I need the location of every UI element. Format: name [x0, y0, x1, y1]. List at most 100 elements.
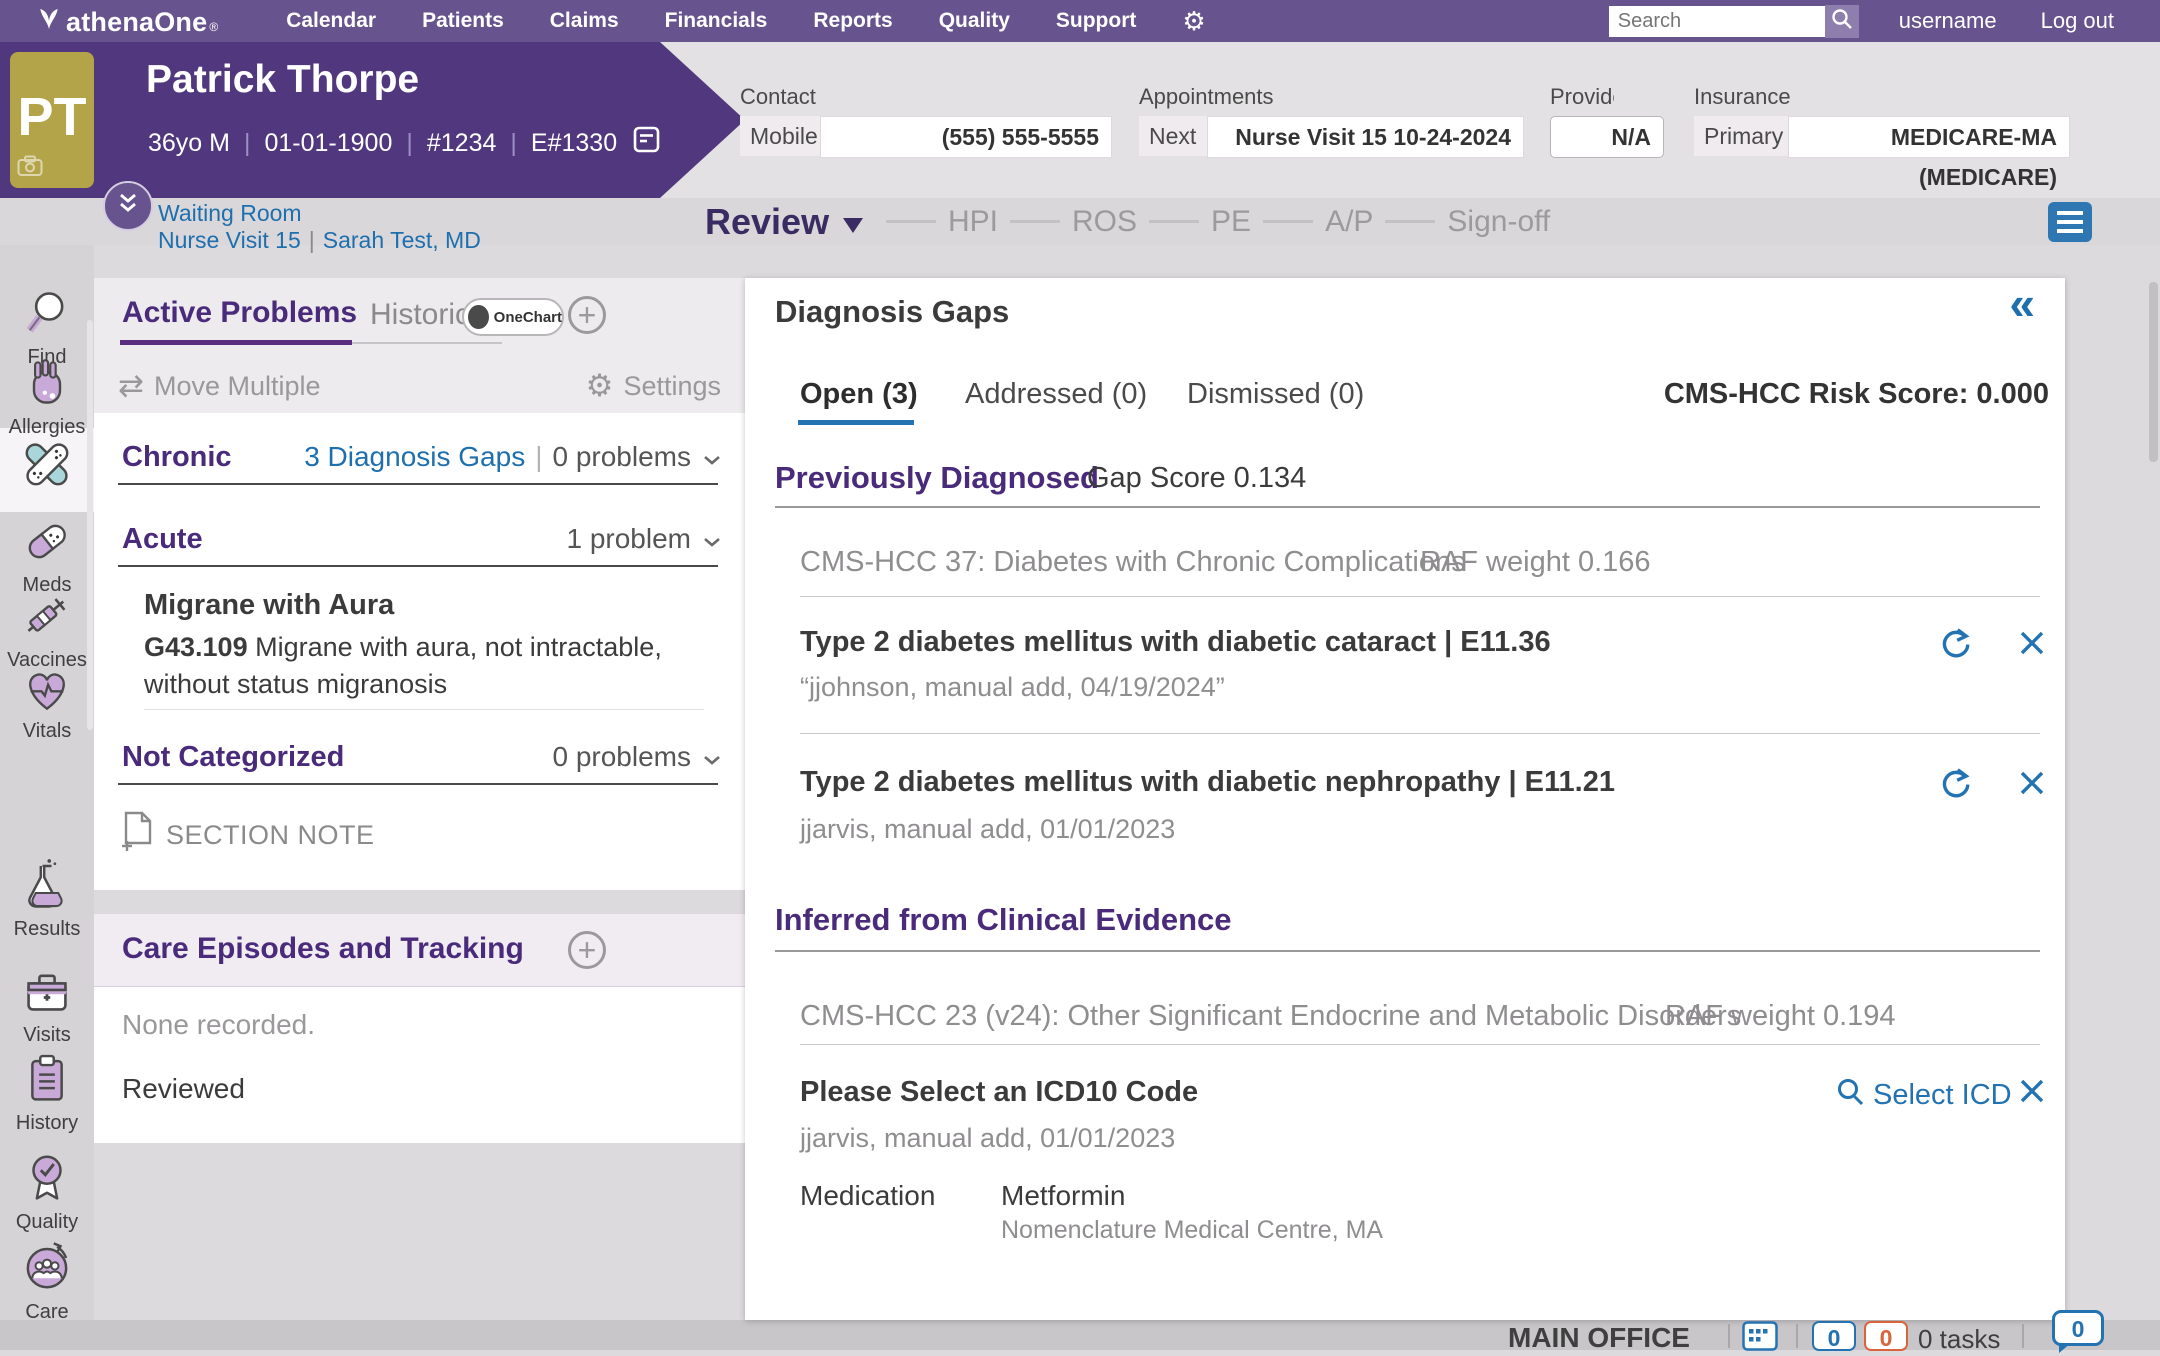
section-note-button[interactable]: SECTION NOTE [120, 811, 375, 860]
mobile-label: Mobile [740, 116, 820, 156]
nav-item-quality[interactable]: Quality [939, 9, 1010, 33]
contact-label: Contact [740, 84, 816, 110]
tab-addressed[interactable]: Addressed (0) [965, 378, 1147, 411]
collapse-banner-button[interactable] [103, 181, 153, 231]
insurance-label: Insurance [1694, 84, 1791, 110]
inferred-title: Inferred from Clinical Evidence [775, 902, 1232, 938]
leaf-icon [38, 5, 60, 36]
urgent-count-badge[interactable]: 0 [1864, 1321, 1908, 1351]
medication-label: Medication [800, 1180, 935, 1212]
patient-record-id: #1234 [427, 129, 497, 158]
top-nav: athenaOne® Calendar Patients Claims Fina… [0, 0, 2160, 42]
nav-item-claims[interactable]: Claims [550, 9, 619, 33]
meds-pill-icon [20, 554, 74, 571]
sidebar-item-allergies[interactable]: Allergies [0, 357, 94, 439]
problem-name[interactable]: Migrane with Aura [144, 589, 394, 622]
main-scrollbar[interactable] [2149, 282, 2158, 462]
sidebar-item-visits[interactable]: Visits [0, 965, 94, 1047]
waiting-room-link[interactable]: Waiting Room [158, 200, 302, 226]
avatar[interactable]: PT [10, 52, 94, 188]
sidebar-item-history[interactable]: History [0, 1051, 94, 1135]
chart-sidebar: Find Allergies Meds Vaccines Vitals [0, 245, 94, 1350]
not-categorized-problem-count[interactable]: 0 problems [552, 741, 691, 773]
patient-name[interactable]: Patrick Thorpe [146, 58, 419, 102]
step-ros[interactable]: ROS [1072, 205, 1137, 239]
sidebar-item-problems[interactable] [0, 435, 94, 498]
nav-item-reports[interactable]: Reports [813, 9, 892, 33]
history-clipboard-icon [20, 1092, 74, 1109]
sidebar-item-vaccines[interactable]: Vaccines [0, 590, 94, 672]
dismiss-icon[interactable] [2017, 1076, 2047, 1111]
visit-link[interactable]: Nurse Visit 15 [158, 227, 301, 253]
encounter-note-icon[interactable] [633, 126, 660, 160]
move-multiple-button[interactable]: ⇄ Move Multiple [118, 368, 321, 404]
menu-icon[interactable] [2048, 202, 2092, 242]
schedule-icon[interactable] [1742, 1321, 1778, 1356]
readd-icon[interactable] [1937, 766, 1971, 805]
patient-age-sex: 36yo M [148, 129, 230, 158]
gap-row-meta: “jjohnson, manual add, 04/19/2024” [800, 672, 1225, 703]
diagnosis-gaps-link[interactable]: 3 Diagnosis Gaps [304, 441, 525, 473]
sidebar-item-care[interactable]: Care [0, 1240, 94, 1324]
chevron-down-icon [703, 441, 721, 473]
athenaone-logo[interactable]: athenaOne® [38, 5, 218, 38]
step-pe[interactable]: PE [1211, 205, 1251, 239]
diagnosis-gaps-panel: Diagnosis Gaps « Open (3) Addressed (0) … [745, 278, 2065, 1320]
username-menu[interactable]: username [1899, 8, 1997, 34]
step-ap[interactable]: A/P [1325, 205, 1373, 239]
tab-dismissed[interactable]: Dismissed (0) [1187, 378, 1364, 411]
add-care-episode-button[interactable]: + [568, 931, 606, 969]
acute-problem-count[interactable]: 1 problem [566, 523, 691, 555]
gap-row-title: Type 2 diabetes mellitus with diabetic c… [800, 626, 1551, 659]
collapse-panel-icon[interactable]: « [2009, 276, 2035, 330]
find-icon [20, 326, 74, 343]
sidebar-item-meds[interactable]: Meds [0, 515, 94, 597]
care-episodes-title: Care Episodes and Tracking [122, 932, 524, 966]
step-signoff[interactable]: Sign-off [1447, 205, 1550, 239]
tasks-count[interactable]: 0 tasks [1918, 1324, 2000, 1355]
active-tab-underline [120, 340, 352, 345]
stage-review-dropdown[interactable]: Review [705, 201, 863, 243]
search-button[interactable] [1825, 5, 1859, 38]
next-appointment-value[interactable]: Nurse Visit 15 10-24-2024 [1207, 116, 1524, 158]
add-problem-button[interactable]: + [568, 296, 606, 334]
search-input[interactable] [1609, 6, 1825, 37]
clinician-link[interactable]: Sarah Test, MD [323, 227, 481, 253]
settings-gear-icon[interactable]: ⚙ [1182, 6, 1205, 37]
tab-active-problems[interactable]: Active Problems [122, 296, 357, 330]
sidebar-item-quality[interactable]: Quality [0, 1150, 94, 1234]
sidebar-item-results[interactable]: Results [0, 857, 94, 941]
allergies-hand-icon [20, 396, 74, 413]
care-episodes-reviewed[interactable]: Reviewed [122, 1073, 245, 1105]
double-chevron-down-icon [115, 190, 141, 223]
logout-link[interactable]: Log out [2041, 8, 2114, 34]
dismiss-icon[interactable] [2017, 628, 2047, 663]
dismiss-icon[interactable] [2017, 768, 2047, 803]
chronic-problem-count[interactable]: 0 problems [552, 441, 691, 473]
readd-icon[interactable] [1937, 626, 1971, 665]
chevron-down-icon [703, 523, 721, 555]
gap-row-title: Type 2 diabetes mellitus with diabetic n… [800, 766, 1615, 799]
nav-item-financials[interactable]: Financials [665, 9, 768, 33]
nav-item-calendar[interactable]: Calendar [286, 9, 376, 33]
medication-value: Metformin [1001, 1180, 1125, 1212]
provider-value[interactable]: N/A [1550, 116, 1664, 158]
inbox-count-badge[interactable]: 0 [1812, 1321, 1856, 1351]
tab-open[interactable]: Open (3) [800, 378, 918, 411]
mobile-value[interactable]: (555) 555-5555 [820, 116, 1112, 158]
onechart-toggle[interactable]: OneChart [462, 298, 564, 336]
visits-bag-icon [20, 1004, 74, 1021]
previously-diagnosed-title: Previously Diagnosed [775, 460, 1099, 496]
department-selector[interactable]: MAIN OFFICE [1508, 1322, 1690, 1354]
sidebar-item-vitals[interactable]: Vitals [0, 663, 94, 743]
nav-item-patients[interactable]: Patients [422, 9, 504, 33]
quality-ribbon-icon [20, 1191, 74, 1208]
select-icd-button[interactable]: Select ICD [1835, 1076, 2012, 1114]
messages-bubble-icon[interactable]: 0 [2052, 1310, 2104, 1346]
nav-item-support[interactable]: Support [1056, 9, 1136, 33]
problems-panel-body: Chronic 3 Diagnosis Gaps | 0 problems Ac… [94, 413, 745, 890]
step-hpi[interactable]: HPI [948, 205, 998, 239]
insurance-value[interactable]: MEDICARE-MA (MEDICARE) [1788, 116, 2070, 158]
avatar-initials: PT [10, 86, 94, 148]
problems-settings-button[interactable]: ⚙ Settings [586, 368, 721, 404]
